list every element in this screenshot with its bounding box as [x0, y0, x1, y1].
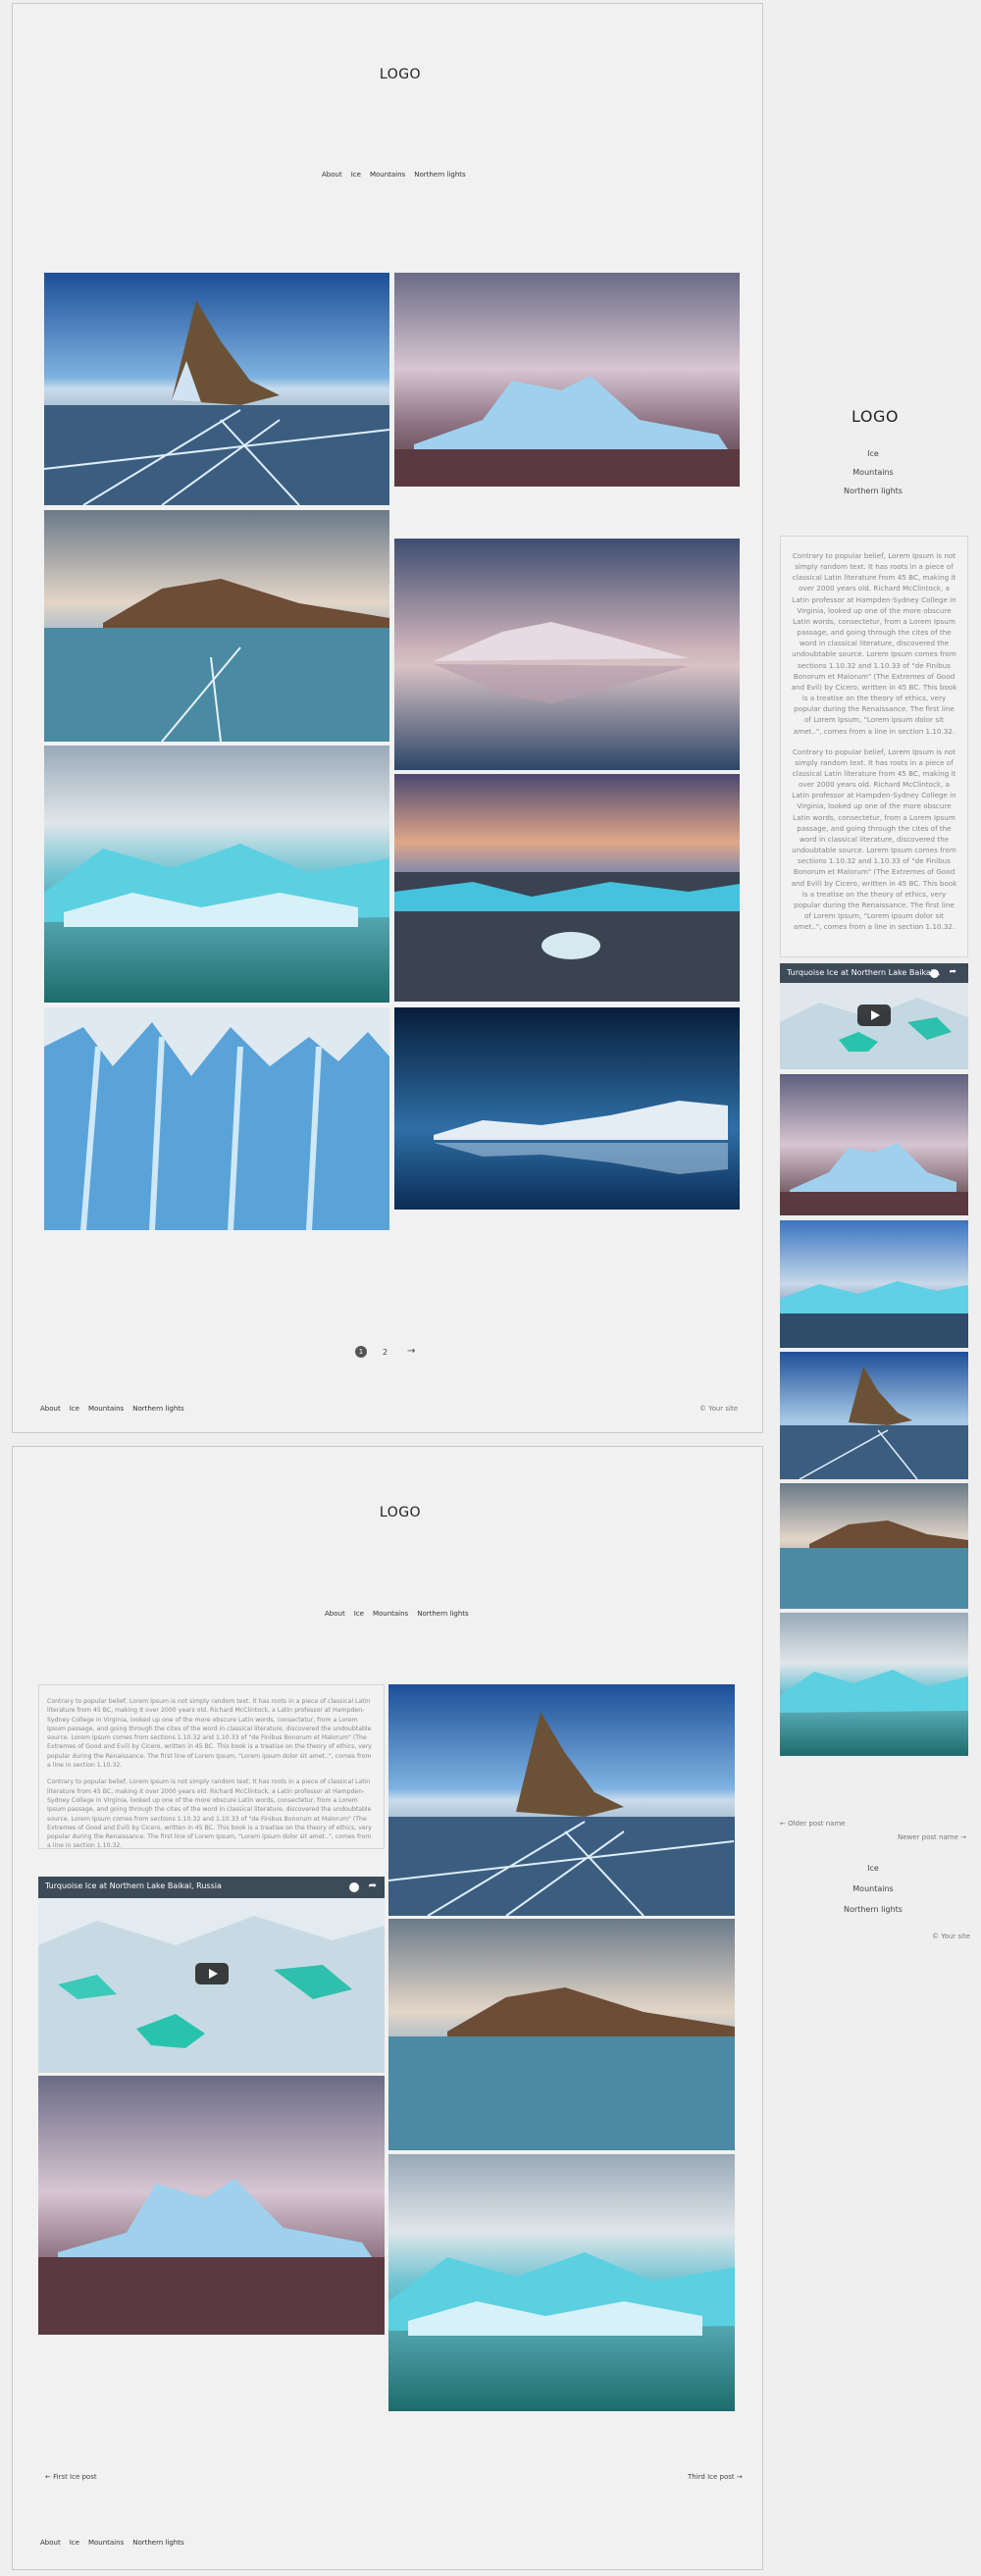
gallery-image-ice-mountain[interactable] [44, 510, 389, 742]
gallery-image-sunset-ice[interactable] [394, 774, 740, 1002]
nav-ice[interactable]: Ice [351, 171, 361, 179]
sidebar-image-ice-mountain[interactable] [780, 1483, 968, 1609]
next-page-link[interactable]: → [407, 1346, 415, 1357]
sidebar-logo[interactable]: LOGO [846, 407, 904, 426]
share-icon[interactable]: ➦ [949, 967, 956, 977]
nav-northern-lights[interactable]: Northern lights [414, 171, 465, 179]
post-video[interactable]: Turquoise Ice at Northern Lake Baikal, R… [38, 1877, 385, 2073]
sidebar-image-ogoy-rock[interactable] [780, 1352, 968, 1479]
post-paragraph-1: Contrary to popular belief, Lorem Ipsum … [47, 1698, 372, 1770]
footer-copyright: © Your site [699, 1405, 739, 1413]
post-nav: About Ice Mountains Northern lights [325, 1610, 469, 1618]
older-post-link[interactable]: ← Older post name [780, 1820, 846, 1828]
sidebar-paragraph-1: Contrary to popular belief, Lorem Ipsum … [791, 551, 957, 736]
sidebar-link-northern-lights[interactable]: Northern lights [824, 483, 922, 501]
nav-about[interactable]: About [322, 171, 342, 179]
post-footer-ice[interactable]: Ice [70, 2539, 79, 2547]
post-video-title: Turquoise Ice at Northern Lake Baikal, R… [45, 1881, 222, 1890]
sidebar-video[interactable]: Turquoise Ice at Northern Lake Baikal...… [780, 963, 968, 1069]
sidebar-image-iceberg[interactable] [780, 1074, 968, 1215]
page-1-indicator[interactable]: 1 [355, 1346, 367, 1358]
post-video-share-icon[interactable]: ➦ [369, 1880, 377, 1891]
nav-mountains[interactable]: Mountains [370, 171, 405, 179]
prev-post-link[interactable]: ← First Ice post [45, 2473, 97, 2481]
post-text-box: Contrary to popular belief, Lorem Ipsum … [38, 1684, 385, 1849]
gallery-image-turquoise-floes[interactable] [44, 746, 389, 1003]
post-nav-northern-lights[interactable]: Northern lights [417, 1610, 468, 1618]
sidebar-video-title: Turquoise Ice at Northern Lake Baikal... [787, 968, 941, 977]
site-logo[interactable]: LOGO [371, 67, 430, 82]
footer-nav-about[interactable]: About [40, 1405, 61, 1413]
post-logo[interactable]: LOGO [371, 1505, 430, 1520]
sidebar-image-blue-floes[interactable] [780, 1220, 968, 1348]
post-nav-about[interactable]: About [325, 1610, 345, 1618]
post-paragraph-2: Contrary to popular belief, Lorem Ipsum … [47, 1778, 372, 1850]
sidebar-copyright: © Your site [932, 1932, 971, 1940]
post-nav-ice[interactable]: Ice [354, 1610, 364, 1618]
sidebar-link-mountains[interactable]: Mountains [824, 464, 922, 483]
post-nav-mountains[interactable]: Mountains [373, 1610, 408, 1618]
post-footer-northern-lights[interactable]: Northern lights [132, 2539, 183, 2547]
post-footer-about[interactable]: About [40, 2539, 61, 2547]
sidebar-bottom-link-ice[interactable]: Ice [824, 1859, 922, 1880]
footer-nav: About Ice Mountains Northern lights [40, 1405, 184, 1413]
clock-icon[interactable] [930, 969, 939, 978]
main-nav: About Ice Mountains Northern lights [322, 171, 466, 179]
main-page-panel: LOGO About Ice Mountains Northern lights [12, 3, 763, 1433]
sidebar-bottom-nav: Ice Mountains Northern lights [824, 1859, 922, 1920]
sidebar-image-turquoise-floes[interactable] [780, 1613, 968, 1756]
sidebar-nav: Ice Mountains Northern lights [824, 445, 922, 500]
post-image-ice-mountain[interactable] [388, 1919, 735, 2150]
gallery-image-pink-mountain[interactable] [394, 539, 740, 770]
page-2-link[interactable]: 2 [383, 1348, 387, 1357]
gallery-image-dark-blue-ice[interactable] [394, 1007, 740, 1210]
newer-post-link[interactable]: Newer post name → [898, 1833, 966, 1841]
sidebar-text-box: Contrary to popular belief, Lorem Ipsum … [780, 536, 968, 957]
sidebar-paragraph-2: Contrary to popular belief, Lorem Ipsum … [791, 747, 957, 932]
post-image-ogoy-rock[interactable] [388, 1684, 735, 1916]
footer-nav-northern-lights[interactable]: Northern lights [132, 1405, 183, 1413]
play-icon[interactable] [857, 1005, 891, 1026]
sidebar-bottom-link-northern-lights[interactable]: Northern lights [824, 1900, 922, 1921]
sidebar-link-ice[interactable]: Ice [824, 445, 922, 464]
post-image-turquoise-floes[interactable] [388, 2154, 735, 2411]
next-post-link[interactable]: Third Ice post → [688, 2473, 743, 2481]
post-video-play-icon[interactable] [195, 1963, 229, 1984]
gallery-image-ogoy-rock[interactable] [44, 273, 389, 505]
footer-nav-mountains[interactable]: Mountains [88, 1405, 124, 1413]
gallery-image-iceberg-pink[interactable] [394, 273, 740, 487]
post-video-clock-icon[interactable] [349, 1882, 359, 1892]
post-footer-nav: About Ice Mountains Northern lights [40, 2539, 184, 2547]
post-image-iceberg[interactable] [38, 2076, 385, 2335]
gallery-image-blue-glacier[interactable] [44, 1007, 389, 1230]
sidebar-bottom-link-mountains[interactable]: Mountains [824, 1880, 922, 1900]
post-footer-mountains[interactable]: Mountains [88, 2539, 124, 2547]
post-page-panel: LOGO About Ice Mountains Northern lights… [12, 1446, 763, 2570]
footer-nav-ice[interactable]: Ice [70, 1405, 79, 1413]
